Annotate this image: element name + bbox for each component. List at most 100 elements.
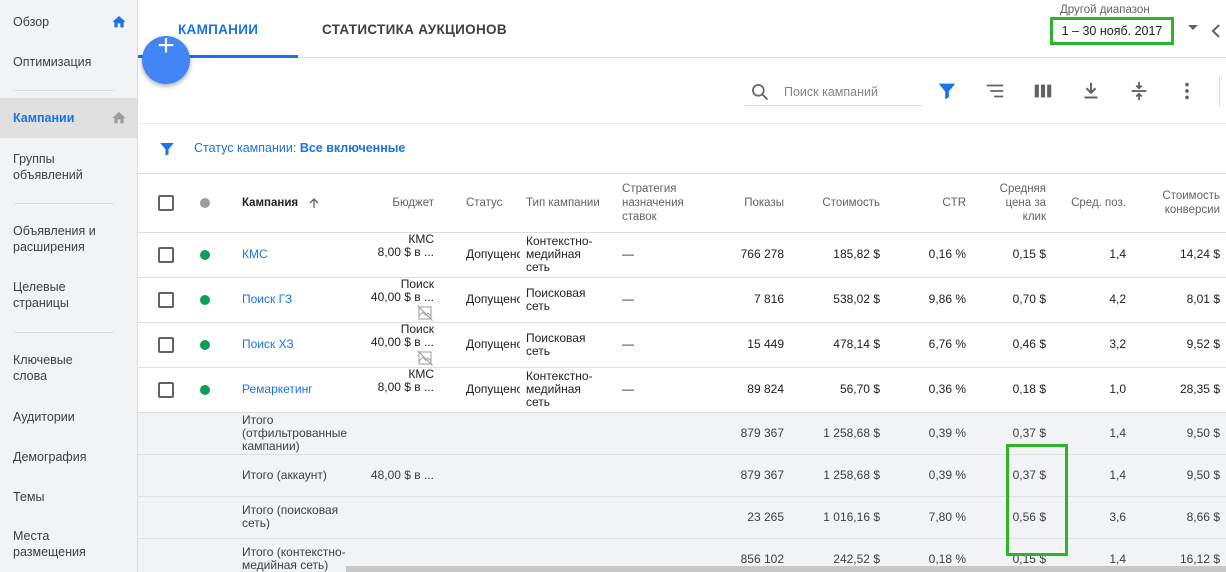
- impressions-value: 23 265: [747, 509, 784, 524]
- filter-icon[interactable]: [936, 80, 958, 102]
- enabled-status-dot[interactable]: [200, 249, 210, 260]
- column-header-conversion-cost[interactable]: Стоимость конверсии: [1132, 174, 1226, 233]
- select-all-checkbox[interactable]: [158, 194, 174, 211]
- tab-campaigns[interactable]: КАМПАНИИ: [178, 0, 258, 58]
- cost-value: 185,82 $: [833, 247, 880, 261]
- avg-position-value: 1,4: [1109, 425, 1126, 440]
- sidebar-item-demographics[interactable]: Демография: [0, 440, 137, 474]
- totals-row: Итого (аккаунт) 48,00 $ в ... 879 367 1 258…: [138, 454, 1226, 496]
- segment-icon[interactable]: [984, 80, 1006, 102]
- status-text: Допущено: [466, 337, 520, 351]
- conversion-cost-value: 28,35 $: [1179, 382, 1220, 396]
- sidebar-item-label: Аудитории: [13, 410, 75, 424]
- column-header-avg-cpc[interactable]: Средняя цена за клик: [972, 174, 1052, 233]
- budget-value[interactable]: Поиск 40,00 $ в ...: [371, 322, 434, 349]
- row-checkbox[interactable]: [158, 291, 174, 308]
- column-header-avg-position[interactable]: Сред. поз.: [1052, 174, 1132, 233]
- avg-cpc-cell: 0,15 $: [972, 232, 1052, 277]
- sidebar-item-landing-pages[interactable]: Целевые страницы: [0, 272, 137, 318]
- total-label: Итого (контекстно-медийная сеть): [242, 545, 346, 572]
- select-all-cell: [138, 174, 194, 233]
- filter-chip-value: Все включенные: [299, 141, 406, 155]
- column-header-impressions[interactable]: Показы: [708, 174, 790, 233]
- avg-position-cell: 3,6: [1052, 496, 1132, 538]
- enabled-status-dot[interactable]: [200, 294, 210, 305]
- conversion-cost-cell: 14,24 $: [1132, 232, 1226, 277]
- sidebar-item-ad-groups[interactable]: Группы объявлений: [0, 144, 137, 190]
- row-select-cell: [138, 232, 194, 277]
- bid-strategy-text: —: [622, 292, 634, 306]
- impressions-cell: 879 367: [708, 412, 790, 454]
- chevron-down-icon[interactable]: [1188, 25, 1198, 30]
- sidebar-item-audiences[interactable]: Аудитории: [0, 400, 137, 434]
- campaign-link[interactable]: Поиск ГЗ: [242, 292, 292, 306]
- status-dot: [200, 197, 210, 208]
- sidebar-item-campaigns[interactable]: Кампании: [0, 98, 137, 138]
- avg-position-cell: 3,2: [1052, 322, 1132, 367]
- cost-value: 1 258,68 $: [823, 467, 880, 482]
- column-header-campaign-type[interactable]: Тип кампании: [520, 174, 616, 233]
- ctr-cell: 7,80 %: [886, 496, 972, 538]
- sidebar-item-placements[interactable]: Места размещения: [0, 521, 137, 567]
- sidebar-divider: [14, 203, 114, 204]
- column-label: Средняя цена за клик: [999, 182, 1046, 223]
- expand-icon[interactable]: [1128, 80, 1150, 102]
- impressions-cell: 766 278: [708, 232, 790, 277]
- budget-type: КМС: [408, 232, 434, 246]
- filter-chip[interactable]: Статус кампании: Все включенные: [194, 141, 405, 155]
- column-header-bid-strategy[interactable]: Стратегия назначения ставок: [616, 174, 708, 233]
- horizontal-scrollbar[interactable]: [346, 566, 1226, 572]
- status-cell: Допущено: [440, 277, 520, 322]
- conversion-cost-cell: 8,66 $: [1132, 496, 1226, 538]
- budget-value[interactable]: Поиск 40,00 $ в ...: [371, 277, 434, 304]
- row-checkbox[interactable]: [158, 381, 174, 398]
- empty-cell: [440, 496, 520, 538]
- tab-auction-insights[interactable]: СТАТИСТИКА АУКЦИОНОВ: [322, 0, 507, 58]
- date-range-selector[interactable]: 1 – 30 нояб. 2017: [1050, 17, 1174, 45]
- campaign-name-cell: Поиск ГЗ: [236, 277, 358, 322]
- campaign-link[interactable]: Поиск ХЗ: [242, 337, 294, 351]
- sidebar-item-topics[interactable]: Темы: [0, 480, 137, 514]
- row-checkbox[interactable]: [158, 336, 174, 353]
- no-image-icon: [417, 349, 433, 366]
- column-header-budget[interactable]: Бюджет: [358, 174, 440, 233]
- budget-cell: Поиск 40,00 $ в ...: [358, 322, 440, 367]
- row-checkbox[interactable]: [158, 246, 174, 263]
- top-bar: КАМПАНИИ СТАТИСТИКА АУКЦИОНОВ Другой диа…: [138, 0, 1226, 58]
- sidebar-item-label: Целевые страницы: [13, 280, 69, 310]
- budget-value[interactable]: КМС 8,00 $ в ...: [378, 367, 434, 394]
- sidebar-item-keywords[interactable]: Ключевые слова: [0, 345, 137, 391]
- chevron-left-icon[interactable]: [1210, 24, 1222, 38]
- sidebar-item-overview[interactable]: Обзор: [0, 0, 137, 44]
- enabled-status-dot[interactable]: [200, 339, 210, 350]
- column-label: Стратегия назначения ставок: [622, 182, 684, 223]
- column-header-campaign[interactable]: Кампания: [236, 174, 358, 233]
- total-budget-cell: [358, 496, 440, 538]
- tab-label: СТАТИСТИКА АУКЦИОНОВ: [322, 21, 507, 37]
- budget-value[interactable]: КМС 8,00 $ в ...: [378, 232, 434, 259]
- cost-cell: 185,82 $: [790, 232, 886, 277]
- impressions-cell: 23 265: [708, 496, 790, 538]
- column-header-cost[interactable]: Стоимость: [790, 174, 886, 233]
- bid-strategy-cell: —: [616, 232, 708, 277]
- download-icon[interactable]: [1080, 80, 1102, 102]
- campaign-link[interactable]: Ремаркетинг: [242, 382, 313, 396]
- columns-icon[interactable]: [1032, 80, 1054, 102]
- sidebar-item-optimization[interactable]: Оптимизация: [0, 44, 137, 80]
- impressions-value: 15 449: [747, 337, 784, 351]
- conversion-cost-cell: 28,35 $: [1132, 367, 1226, 412]
- avg-cpc-value: 0,37 $: [1012, 467, 1046, 482]
- total-label: Итого (поисковая сеть): [242, 503, 339, 530]
- column-label: Статус: [466, 196, 503, 209]
- column-header-ctr[interactable]: CTR: [886, 174, 972, 233]
- column-header-status[interactable]: Статус: [440, 174, 520, 233]
- cost-cell: 56,70 $: [790, 367, 886, 412]
- enabled-status-dot[interactable]: [200, 384, 210, 395]
- filter-chip-prefix: Статус кампании:: [194, 141, 300, 155]
- search-input[interactable]: [784, 82, 920, 102]
- ctr-cell: 0,39 %: [886, 412, 972, 454]
- sidebar-item-ads-extensions[interactable]: Объявления и расширения: [0, 216, 137, 262]
- campaign-link[interactable]: КМС: [242, 247, 268, 261]
- sidebar-item-label: Объявления и расширения: [13, 224, 96, 254]
- more-vert-icon[interactable]: [1176, 80, 1198, 102]
